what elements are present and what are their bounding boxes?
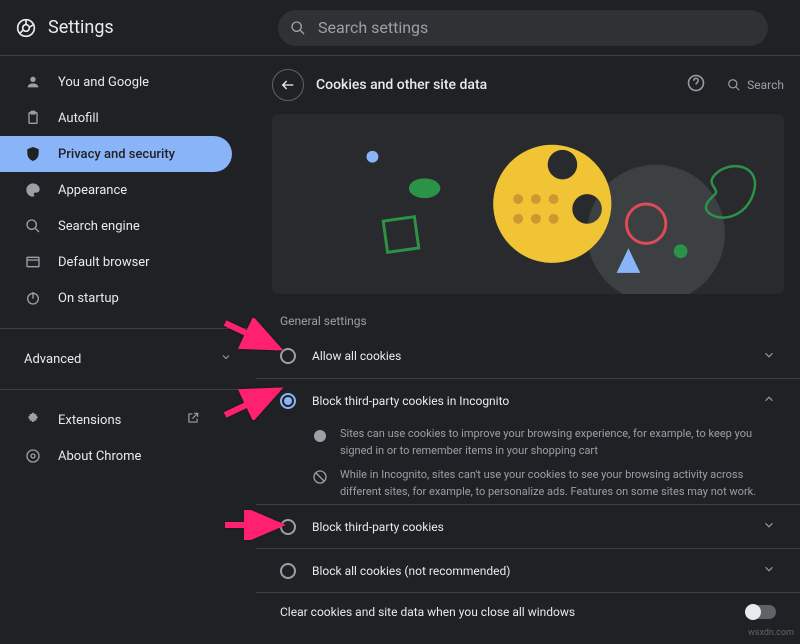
sidebar-item-autofill[interactable]: Autofill: [0, 100, 232, 136]
page-title: Cookies and other site data: [316, 77, 487, 93]
toggle-off-icon[interactable]: [746, 605, 776, 619]
clipboard-icon: [24, 109, 42, 127]
clear-cookies-toggle-row[interactable]: Clear cookies and site data when you clo…: [256, 592, 800, 631]
sidebar-item-appearance[interactable]: Appearance: [0, 172, 232, 208]
option-label: Allow all cookies: [312, 349, 401, 363]
cookies-illustration: [272, 114, 784, 294]
sidebar-item-on-startup[interactable]: On startup: [0, 280, 232, 316]
option-label: Block third-party cookies: [312, 520, 444, 534]
app-title: Settings: [48, 17, 114, 38]
watermark: wsxdn.com: [748, 628, 794, 638]
option-label: Block third-party cookies in Incognito: [312, 394, 509, 408]
search-icon: [290, 20, 306, 36]
chrome-icon: [24, 447, 42, 465]
back-button[interactable]: [272, 69, 304, 101]
sidebar-item-label: Search engine: [58, 219, 140, 234]
search-placeholder: Search settings: [318, 18, 428, 37]
search-label: Search: [747, 78, 784, 92]
sidebar-item-label: Privacy and security: [58, 147, 175, 162]
option-block-third-party[interactable]: Block third-party cookies: [256, 504, 800, 548]
shield-icon: [24, 145, 42, 163]
chrome-logo-icon: [16, 18, 36, 38]
chevron-down-icon: [762, 562, 776, 579]
power-icon: [24, 289, 42, 307]
sidebar-item-label: On startup: [58, 291, 119, 306]
radio-checked-icon: [280, 393, 296, 409]
sidebar-item-label: Appearance: [58, 183, 127, 198]
open-in-new-icon: [186, 411, 200, 429]
arrow-left-icon: [280, 77, 296, 93]
sidebar-item-you-and-google[interactable]: You and Google: [0, 64, 232, 100]
sidebar-item-privacy-security[interactable]: Privacy and security: [0, 136, 232, 172]
sidebar-item-about-chrome[interactable]: About Chrome: [0, 438, 232, 474]
main-content: Cookies and other site data Search: [256, 56, 800, 644]
search-icon: [24, 217, 42, 235]
sidebar-item-extensions[interactable]: Extensions: [0, 402, 232, 438]
search-icon: [727, 78, 741, 92]
option-block-all-cookies[interactable]: Block all cookies (not recommended): [256, 548, 800, 592]
option-block-third-party-incognito[interactable]: Block third-party cookies in Incognito: [256, 378, 800, 422]
detail-text: While in Incognito, sites can't use your…: [340, 467, 776, 500]
sidebar-item-label: You and Google: [58, 75, 149, 90]
hero-illustration: [272, 114, 784, 294]
app-header: Settings Search settings: [0, 0, 800, 56]
option-detail: While in Incognito, sites can't use your…: [256, 463, 800, 504]
cookie-icon: [312, 428, 328, 459]
chevron-down-icon: [220, 351, 232, 367]
person-icon: [24, 73, 42, 91]
radio-unchecked-icon: [280, 348, 296, 364]
radio-unchecked-icon: [280, 519, 296, 535]
page-header: Cookies and other site data Search: [256, 56, 800, 114]
sidebar-item-label: Extensions: [58, 413, 121, 428]
chevron-down-icon: [762, 518, 776, 535]
page-search[interactable]: Search: [727, 78, 784, 92]
detail-text: Sites can use cookies to improve your br…: [340, 426, 776, 459]
divider: [0, 389, 256, 390]
sidebar: You and Google Autofill Privacy and secu…: [0, 56, 256, 644]
option-label: Block all cookies (not recommended): [312, 564, 510, 578]
option-allow-all-cookies[interactable]: Allow all cookies: [256, 334, 800, 378]
sidebar-item-label: About Chrome: [58, 449, 141, 464]
help-button[interactable]: [687, 74, 705, 96]
advanced-label: Advanced: [24, 352, 81, 367]
sidebar-advanced[interactable]: Advanced: [0, 341, 256, 377]
sidebar-item-label: Autofill: [58, 111, 99, 126]
sidebar-item-default-browser[interactable]: Default browser: [0, 244, 232, 280]
section-title: General settings: [256, 294, 800, 334]
header-search-input[interactable]: Search settings: [278, 10, 768, 46]
palette-icon: [24, 181, 42, 199]
option-detail: Sites can use cookies to improve your br…: [256, 422, 800, 463]
block-icon: [312, 469, 328, 500]
clear-label: Clear cookies and site data when you clo…: [280, 605, 575, 619]
chevron-up-icon: [762, 392, 776, 409]
sidebar-item-label: Default browser: [58, 255, 150, 270]
browser-icon: [24, 253, 42, 271]
divider: [0, 328, 256, 329]
sidebar-item-search-engine[interactable]: Search engine: [0, 208, 232, 244]
chevron-down-icon: [762, 348, 776, 365]
radio-unchecked-icon: [280, 563, 296, 579]
puzzle-icon: [24, 411, 42, 429]
